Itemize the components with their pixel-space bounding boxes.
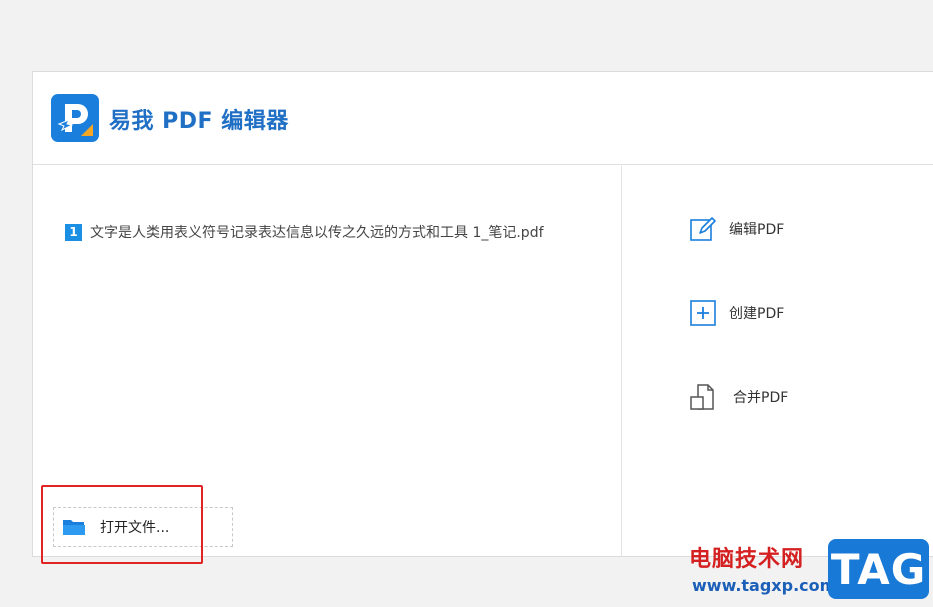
recent-file-name: 文字是人类用表义符号记录表达信息以传之久远的方式和工具 1_笔记.pdf	[90, 225, 544, 241]
recent-file-index: 1	[65, 223, 82, 241]
open-file-label: 打开文件...	[100, 520, 170, 536]
merge-pdf-label: 合并PDF	[733, 390, 789, 406]
edit-pdf-button[interactable]: 编辑PDF	[689, 215, 784, 243]
create-pdf-label: 创建PDF	[729, 306, 785, 322]
recent-file-item[interactable]: 1 文字是人类用表义符号记录表达信息以传之久远的方式和工具 1_笔记.pdf	[65, 222, 544, 242]
create-pdf-icon	[690, 300, 716, 326]
panel-divider	[621, 166, 622, 557]
main-panel: 易我 PDF 编辑器	[32, 71, 933, 557]
merge-pdf-button[interactable]: 合并PDF	[689, 383, 788, 411]
app-header: 易我 PDF 编辑器	[33, 72, 933, 165]
watermark-tag-logo: TAG	[828, 539, 929, 599]
merge-pdf-icon	[690, 384, 714, 410]
folder-icon	[63, 520, 85, 535]
edit-pdf-icon	[690, 217, 716, 241]
edit-pdf-label: 编辑PDF	[729, 222, 785, 238]
app-logo-icon	[51, 94, 99, 142]
watermark-site-name: 电脑技术网	[689, 547, 805, 572]
create-pdf-button[interactable]: 创建PDF	[689, 299, 784, 327]
app-title: 易我 PDF 编辑器	[109, 109, 289, 134]
open-file-button[interactable]: 打开文件...	[53, 507, 233, 547]
watermark-url: www.tagxp.com	[692, 576, 837, 595]
